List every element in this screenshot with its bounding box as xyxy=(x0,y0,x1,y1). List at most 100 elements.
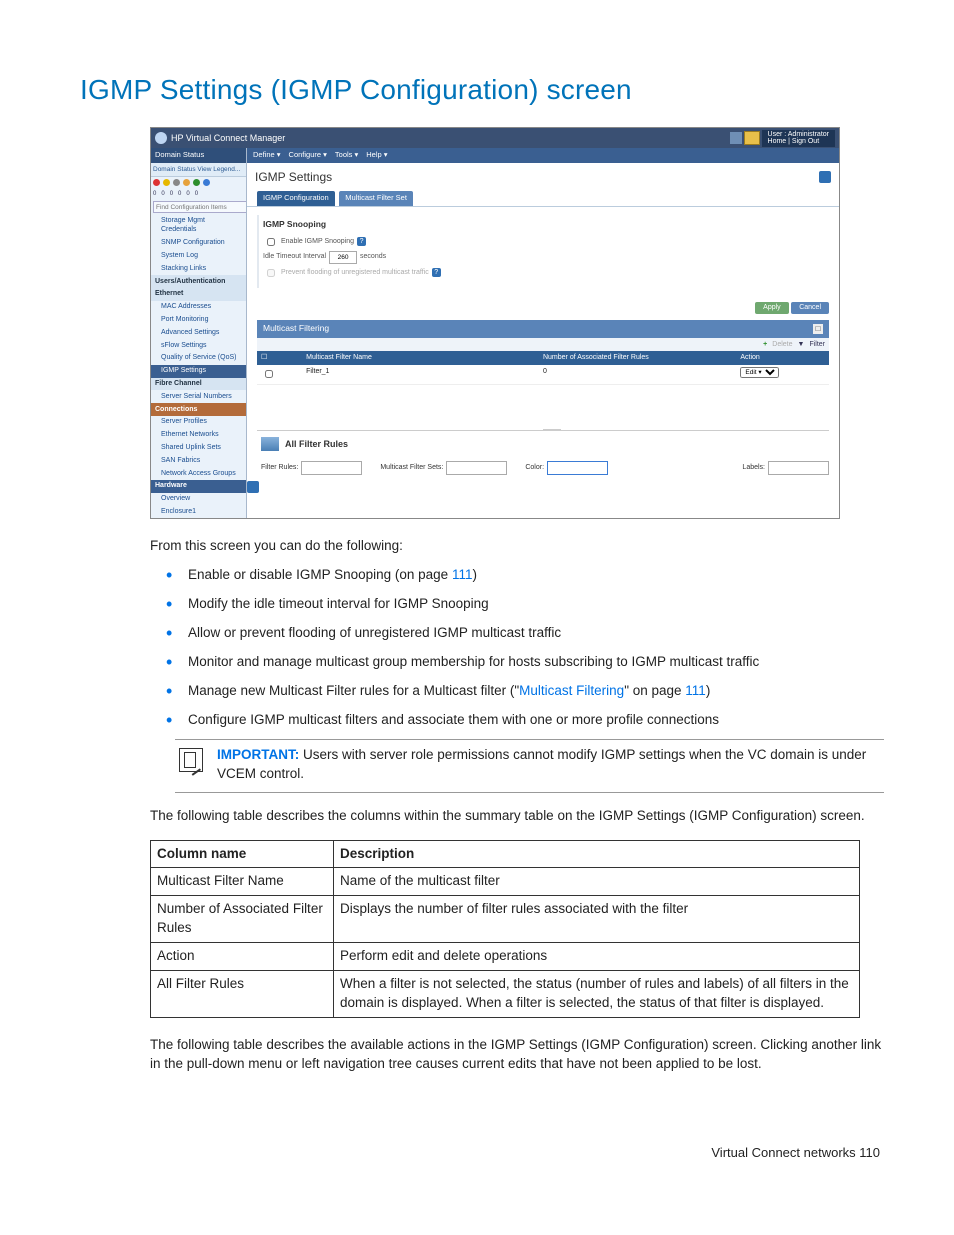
table-row: Filter_1 0 Edit ▾ xyxy=(257,365,829,385)
menu-configure[interactable]: Configure ▾ xyxy=(289,150,327,161)
enable-snooping-label: Enable IGMP Snooping xyxy=(281,237,354,247)
sidebar-item[interactable]: MAC Addresses xyxy=(151,301,246,314)
important-note: IMPORTANT: Users with server role permis… xyxy=(175,739,884,793)
table-row: Multicast Filter NameName of the multica… xyxy=(151,868,860,896)
menu-tools[interactable]: Tools ▾ xyxy=(335,150,358,161)
sidebar-section-hardware[interactable]: Hardware xyxy=(151,480,246,493)
status-icon-row xyxy=(151,177,246,188)
row-checkbox[interactable] xyxy=(265,370,273,378)
bullet-list: Enable or disable IGMP Snooping (on page… xyxy=(160,566,884,729)
list-item: Monitor and manage multicast group membe… xyxy=(160,653,884,672)
status-caution-icon[interactable] xyxy=(183,179,190,186)
enable-snooping-checkbox[interactable] xyxy=(267,238,275,246)
sidebar-item[interactable]: Port Monitoring xyxy=(151,314,246,327)
sidebar-item[interactable]: Quality of Service (QoS) xyxy=(151,352,246,365)
status-warning-icon[interactable] xyxy=(163,179,170,186)
tab-igmp-configuration[interactable]: IGMP Configuration xyxy=(257,191,335,206)
sidebar-item[interactable]: Overview xyxy=(151,493,246,506)
apply-button[interactable]: Apply xyxy=(755,302,789,314)
labels-label: Labels: xyxy=(742,463,765,473)
sidebar-legend[interactable]: Domain Status View Legend... xyxy=(151,163,246,177)
sidebar-item[interactable]: System Log xyxy=(151,250,246,263)
sidebar-item[interactable]: Stacking Links xyxy=(151,262,246,275)
sidebar-search-input[interactable] xyxy=(153,201,247,213)
filter-rules-input[interactable] xyxy=(301,461,362,475)
page-heading: IGMP Settings (IGMP Configuration) scree… xyxy=(80,70,884,109)
menu-define[interactable]: Define ▾ xyxy=(253,150,281,161)
sidebar-item[interactable]: Ethernet Networks xyxy=(151,429,246,442)
page-link-111[interactable]: 111 xyxy=(685,683,706,698)
mfs-label: Multicast Filter Sets: xyxy=(380,463,443,473)
status-unknown-icon[interactable] xyxy=(173,179,180,186)
sidebar-item[interactable]: Server Serial Numbers xyxy=(151,390,246,403)
filter-button[interactable]: Filter xyxy=(809,340,825,350)
resize-icon[interactable] xyxy=(247,481,259,493)
row-action-select[interactable]: Edit ▾ xyxy=(740,367,779,378)
sidebar-section-fc[interactable]: Fibre Channel xyxy=(151,378,246,391)
idle-timeout-input[interactable] xyxy=(329,251,357,264)
add-filter-button[interactable]: + xyxy=(763,340,767,350)
important-label: IMPORTANT: xyxy=(217,747,299,762)
status-refresh-icon[interactable] xyxy=(193,179,200,186)
filter-rules-icon xyxy=(261,437,279,451)
list-item: Modify the idle timeout interval for IGM… xyxy=(160,595,884,614)
sidebar-item[interactable]: Advanced Settings xyxy=(151,326,246,339)
prevent-flooding-label: Prevent flooding of unregistered multica… xyxy=(281,268,429,278)
status-info-icon[interactable] xyxy=(203,179,210,186)
col-num-rules: Number of Associated Filter Rules xyxy=(543,353,740,363)
sidebar-section-connections[interactable]: Connections xyxy=(151,403,246,416)
link-multicast-filtering[interactable]: Multicast Filtering xyxy=(519,683,624,698)
sidebar-item[interactable]: Storage Mgmt Credentials xyxy=(151,214,246,237)
column-description-table: Column name Description Multicast Filter… xyxy=(150,840,860,1018)
sidebar-item[interactable]: Network Access Groups xyxy=(151,467,246,480)
filter-icon[interactable]: ▼ xyxy=(798,340,805,350)
tab-multicast-filter-set[interactable]: Multicast Filter Set xyxy=(339,191,413,206)
alert-icon[interactable] xyxy=(744,131,760,145)
app-title: HP Virtual Connect Manager xyxy=(171,132,730,145)
main-menubar: Define ▾ Configure ▾ Tools ▾ Help ▾ xyxy=(247,148,839,163)
list-item: Configure IGMP multicast filters and ass… xyxy=(160,711,884,730)
filter-rules-label: Filter Rules: xyxy=(261,463,298,473)
expand-icon[interactable]: □ xyxy=(813,324,823,334)
sidebar-item[interactable]: Server Profiles xyxy=(151,416,246,429)
app-titlebar: HP Virtual Connect Manager User : Admini… xyxy=(151,128,839,148)
menu-help[interactable]: Help ▾ xyxy=(366,150,387,161)
help-icon[interactable] xyxy=(819,171,831,183)
sidebar-item[interactable]: Enclosure1 xyxy=(151,506,246,519)
list-item: Allow or prevent flooding of unregistere… xyxy=(160,624,884,643)
intro-text: From this screen you can do the followin… xyxy=(150,537,884,556)
sidebar: Domain Status Domain Status View Legend.… xyxy=(151,148,247,518)
select-all-checkbox[interactable]: ☐ xyxy=(261,353,306,363)
labels-input[interactable] xyxy=(768,461,829,475)
sidebar-item-igmp-settings[interactable]: IGMP Settings xyxy=(151,365,246,378)
sidebar-item[interactable]: Shared Uplink Sets xyxy=(151,442,246,455)
color-input[interactable] xyxy=(547,461,608,475)
tab-row: IGMP Configuration Multicast Filter Set xyxy=(247,191,839,207)
all-filter-rules-title: All Filter Rules xyxy=(285,438,348,451)
cancel-button[interactable]: Cancel xyxy=(791,302,829,314)
user-box[interactable]: User : Administrator Home | Sign Out xyxy=(762,130,835,147)
sidebar-section-users[interactable]: Users/Authentication xyxy=(151,275,246,288)
status-critical-icon[interactable] xyxy=(153,179,160,186)
snooping-heading: IGMP Snooping xyxy=(263,219,829,231)
list-item: Manage new Multicast Filter rules for a … xyxy=(160,682,884,701)
mfs-input[interactable] xyxy=(446,461,507,475)
page-link-111[interactable]: 111 xyxy=(452,567,473,582)
counter-row: 000000 xyxy=(151,188,246,200)
igmp-snooping-panel: IGMP Snooping Enable IGMP Snooping ? Idl… xyxy=(257,215,829,288)
sidebar-item[interactable]: SNMP Configuration xyxy=(151,237,246,250)
app-screenshot: HP Virtual Connect Manager User : Admini… xyxy=(150,127,840,519)
idle-timeout-label: Idle Timeout Interval xyxy=(263,252,326,262)
delete-filter-button[interactable]: Delete xyxy=(772,340,792,350)
table-row: All Filter RulesWhen a filter is not sel… xyxy=(151,971,860,1018)
col-action: Action xyxy=(740,353,825,363)
sidebar-section-ethernet[interactable]: Ethernet xyxy=(151,288,246,301)
sidebar-header: Domain Status xyxy=(151,148,246,163)
help-icon[interactable]: ? xyxy=(357,237,366,246)
prevent-flooding-checkbox[interactable] xyxy=(267,269,275,277)
col-filter-name: Multicast Filter Name xyxy=(306,353,543,363)
notification-icon[interactable] xyxy=(730,132,742,144)
sidebar-item[interactable]: SAN Fabrics xyxy=(151,454,246,467)
help-icon[interactable]: ? xyxy=(432,268,441,277)
sidebar-item[interactable]: sFlow Settings xyxy=(151,339,246,352)
